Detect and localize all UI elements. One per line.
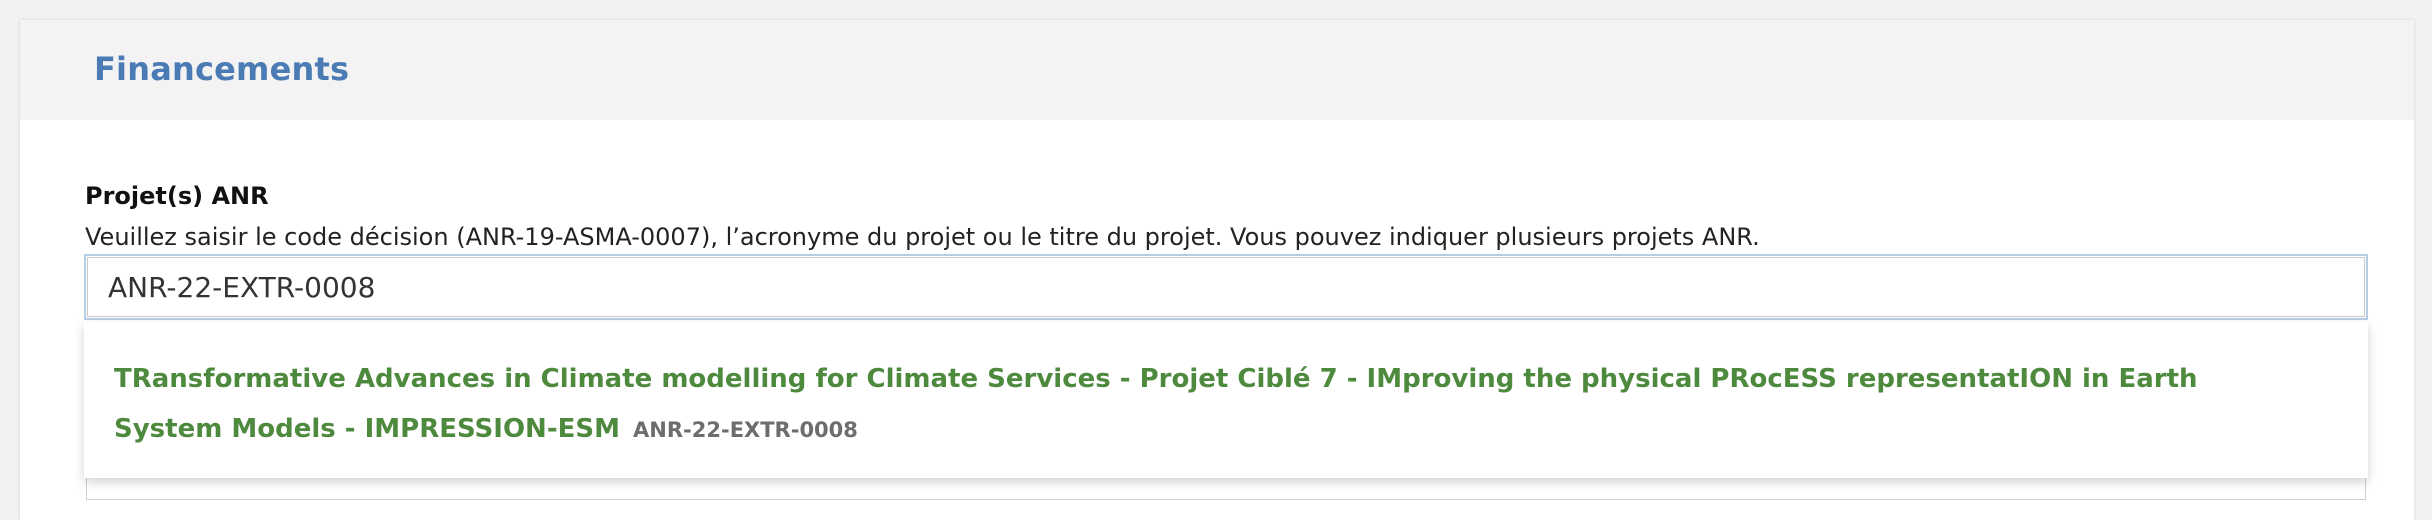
anr-projects-help-text: Veuillez saisir le code décision (ANR-19…	[85, 223, 1760, 251]
suggestion-code: ANR-22-EXTR-0008	[633, 418, 858, 442]
anr-input-focus-ring	[84, 254, 2368, 320]
funding-card: Financements Projet(s) ANR Veuillez sais…	[20, 20, 2414, 520]
suggestion-item[interactable]: TRansformative Advances in Climate model…	[114, 354, 2294, 455]
autocomplete-dropdown: TRansformative Advances in Climate model…	[84, 322, 2368, 478]
section-title: Financements	[94, 50, 350, 88]
suggestion-title: TRansformative Advances in Climate model…	[114, 364, 2198, 444]
card-header: Financements	[20, 20, 2414, 120]
anr-project-input[interactable]	[87, 257, 2365, 317]
anr-projects-label: Projet(s) ANR	[85, 182, 269, 210]
